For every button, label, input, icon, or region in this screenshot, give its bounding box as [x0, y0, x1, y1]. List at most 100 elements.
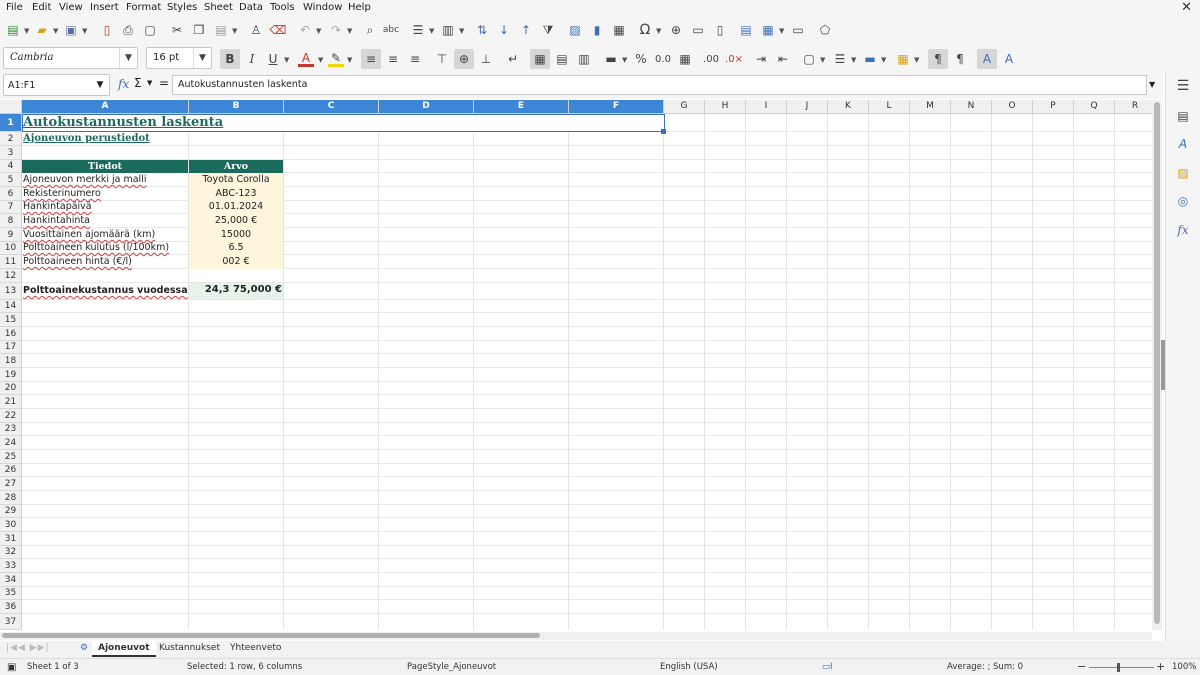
align-top-icon[interactable]: ⊤ — [434, 51, 450, 67]
zoom-slider[interactable] — [1089, 667, 1154, 668]
tab-ajoneuvot[interactable]: Ajoneuvot — [92, 641, 156, 657]
save-icon[interactable]: ▣ — [63, 22, 79, 38]
row-header[interactable]: 21 — [0, 395, 22, 409]
row-header[interactable]: 37 — [0, 614, 22, 630]
row-header[interactable]: 23 — [0, 423, 22, 436]
row-header[interactable]: 1 — [0, 114, 22, 132]
document-modified-icon[interactable]: ▣ — [7, 662, 16, 673]
column-header[interactable]: A — [22, 100, 189, 114]
left-to-right-icon[interactable]: ¶ — [928, 49, 948, 69]
new-document-icon[interactable]: ▤ — [5, 22, 21, 38]
hyperlink-icon[interactable]: ⊕ — [668, 22, 684, 38]
find-replace-icon[interactable]: ⌕ — [362, 22, 378, 38]
clone-formatting-icon[interactable]: ♙ — [248, 22, 264, 38]
column-header[interactable]: Q — [1074, 100, 1115, 114]
row-header[interactable]: 13 — [0, 283, 22, 300]
right-to-left-icon[interactable]: ¶ — [952, 51, 968, 67]
column-header[interactable]: F — [569, 100, 664, 114]
align-bottom-icon[interactable]: ⊥ — [478, 51, 494, 67]
font-size-box[interactable]: 16 pt ▼ — [146, 47, 212, 69]
copy-icon[interactable]: ❐ — [191, 22, 207, 38]
row-header[interactable]: 4 — [0, 160, 22, 173]
chevron-down-icon[interactable]: ▼ — [147, 79, 152, 87]
number-format-icon[interactable]: 0.0 — [655, 51, 671, 67]
row-header[interactable]: 36 — [0, 600, 22, 614]
unmerge-cells-icon[interactable]: ▥ — [576, 51, 592, 67]
pivot-table-icon[interactable]: ▦ — [611, 22, 627, 38]
menu-styles[interactable]: Styles — [167, 2, 197, 13]
functions-icon[interactable]: fx — [1175, 222, 1191, 238]
name-box[interactable]: A1:F1 ▼ — [3, 74, 110, 96]
italic-icon[interactable]: I — [244, 51, 260, 67]
formula-equals-icon[interactable]: = — [159, 76, 169, 90]
menu-data[interactable]: Data — [239, 2, 263, 13]
row-header[interactable]: 5 — [0, 173, 22, 187]
insert-image-icon[interactable]: ▨ — [567, 22, 583, 38]
comment-icon[interactable]: ▭ — [690, 22, 706, 38]
merge-center-icon[interactable]: ▦ — [530, 49, 550, 69]
align-right-icon[interactable]: ≡ — [407, 51, 423, 67]
show-draw-functions-icon[interactable]: ⬠ — [817, 22, 833, 38]
increase-indent-icon[interactable]: ⇥ — [753, 51, 769, 67]
column-header[interactable]: H — [705, 100, 746, 114]
column-header[interactable]: E — [474, 100, 569, 114]
chevron-down-icon[interactable]: ▼ — [119, 48, 137, 68]
row-header[interactable]: 2 — [0, 132, 22, 146]
redo-icon[interactable]: ↷ — [328, 22, 344, 38]
row-header[interactable]: 24 — [0, 436, 22, 450]
paste-icon[interactable]: ▤ — [213, 22, 229, 38]
column-header[interactable]: L — [869, 100, 910, 114]
sort-icon[interactable]: ⇅ — [474, 22, 490, 38]
sidebar-resize-handle[interactable] — [1161, 340, 1165, 390]
column-header[interactable]: O — [992, 100, 1033, 114]
row-header[interactable]: 30 — [0, 518, 22, 532]
column-header[interactable]: N — [951, 100, 992, 114]
conditional-format-icon[interactable]: ▦ — [895, 51, 911, 67]
header-footer-icon[interactable]: ▯ — [712, 22, 728, 38]
decrease-indent-icon[interactable]: ⇤ — [775, 51, 791, 67]
close-document-icon[interactable]: ✕ — [1181, 0, 1192, 15]
row-header[interactable]: 17 — [0, 341, 22, 354]
row-header[interactable]: 8 — [0, 214, 22, 228]
gallery-icon[interactable]: ▨ — [1175, 165, 1191, 181]
split-window-icon[interactable]: ▭ — [790, 22, 806, 38]
date-format-icon[interactable]: ▦ — [677, 51, 693, 67]
cut-icon[interactable]: ✂ — [169, 22, 185, 38]
open-folder-icon[interactable]: ▰ — [34, 22, 50, 38]
align-left-icon[interactable]: ≡ — [361, 49, 381, 69]
special-character-icon[interactable]: Ω — [637, 22, 653, 38]
function-wizard-icon[interactable]: fx — [118, 77, 129, 91]
add-decimal-icon[interactable]: .00 — [703, 51, 719, 67]
sort-ascending-icon[interactable]: ↓ — [496, 22, 512, 38]
print-icon[interactable]: ⎙ — [120, 22, 136, 38]
column-header[interactable]: J — [787, 100, 828, 114]
column-header[interactable]: P — [1033, 100, 1074, 114]
row-header[interactable]: 6 — [0, 187, 22, 201]
font-name-box[interactable]: Cambria ▼ — [3, 47, 138, 69]
export-pdf-icon[interactable]: ▯ — [99, 22, 115, 38]
sort-descending-icon[interactable]: ↑ — [518, 22, 534, 38]
column-header[interactable]: K — [828, 100, 869, 114]
properties-icon[interactable]: ▤ — [1175, 108, 1191, 124]
menu-sheet[interactable]: Sheet — [204, 2, 233, 13]
row-header[interactable]: 14 — [0, 300, 22, 313]
row-header[interactable]: 18 — [0, 354, 22, 368]
row-header[interactable]: 25 — [0, 450, 22, 464]
column-header[interactable]: B — [189, 100, 284, 114]
styles-icon[interactable]: A — [1175, 136, 1191, 152]
expand-formula-bar-icon[interactable]: ▼ — [1149, 80, 1155, 89]
border-color-icon[interactable]: ▬ — [862, 51, 878, 67]
row-header[interactable]: 29 — [0, 505, 22, 518]
spellcheck-icon[interactable]: abc — [383, 22, 399, 38]
row-header[interactable]: 35 — [0, 587, 22, 600]
sum-icon[interactable]: Σ — [134, 76, 142, 90]
highlight-color-icon[interactable]: ✎ — [328, 51, 344, 67]
menu-window[interactable]: Window — [303, 2, 342, 13]
underline-icon[interactable]: U — [265, 51, 281, 67]
row-header[interactable]: 22 — [0, 409, 22, 423]
align-center-icon[interactable]: ≡ — [385, 51, 401, 67]
zoom-in-icon[interactable]: + — [1156, 660, 1165, 673]
row-header[interactable]: 3 — [0, 146, 22, 160]
navigator-icon[interactable]: ◎ — [1175, 193, 1191, 209]
menu-view[interactable]: View — [59, 2, 83, 13]
